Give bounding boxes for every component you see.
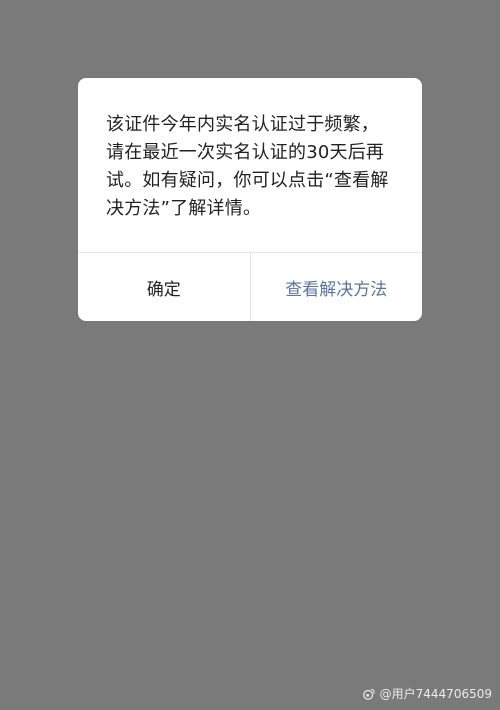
watermark-text: @用户7444706509 — [379, 687, 492, 701]
dialog-body: 该证件今年内实名认证过于频繁，请在最近一次实名认证的30天后再试。如有疑问，你可… — [78, 78, 422, 252]
confirm-button[interactable]: 确定 — [78, 253, 250, 321]
dialog-actions: 确定 查看解决方法 — [78, 253, 422, 321]
dialog-message: 该证件今年内实名认证过于频繁，请在最近一次实名认证的30天后再试。如有疑问，你可… — [106, 114, 389, 219]
view-solution-button[interactable]: 查看解决方法 — [251, 253, 423, 321]
watermark: @用户7444706509 — [362, 685, 492, 702]
weibo-icon — [362, 687, 376, 701]
verification-dialog: 该证件今年内实名认证过于频繁，请在最近一次实名认证的30天后再试。如有疑问，你可… — [78, 78, 422, 321]
